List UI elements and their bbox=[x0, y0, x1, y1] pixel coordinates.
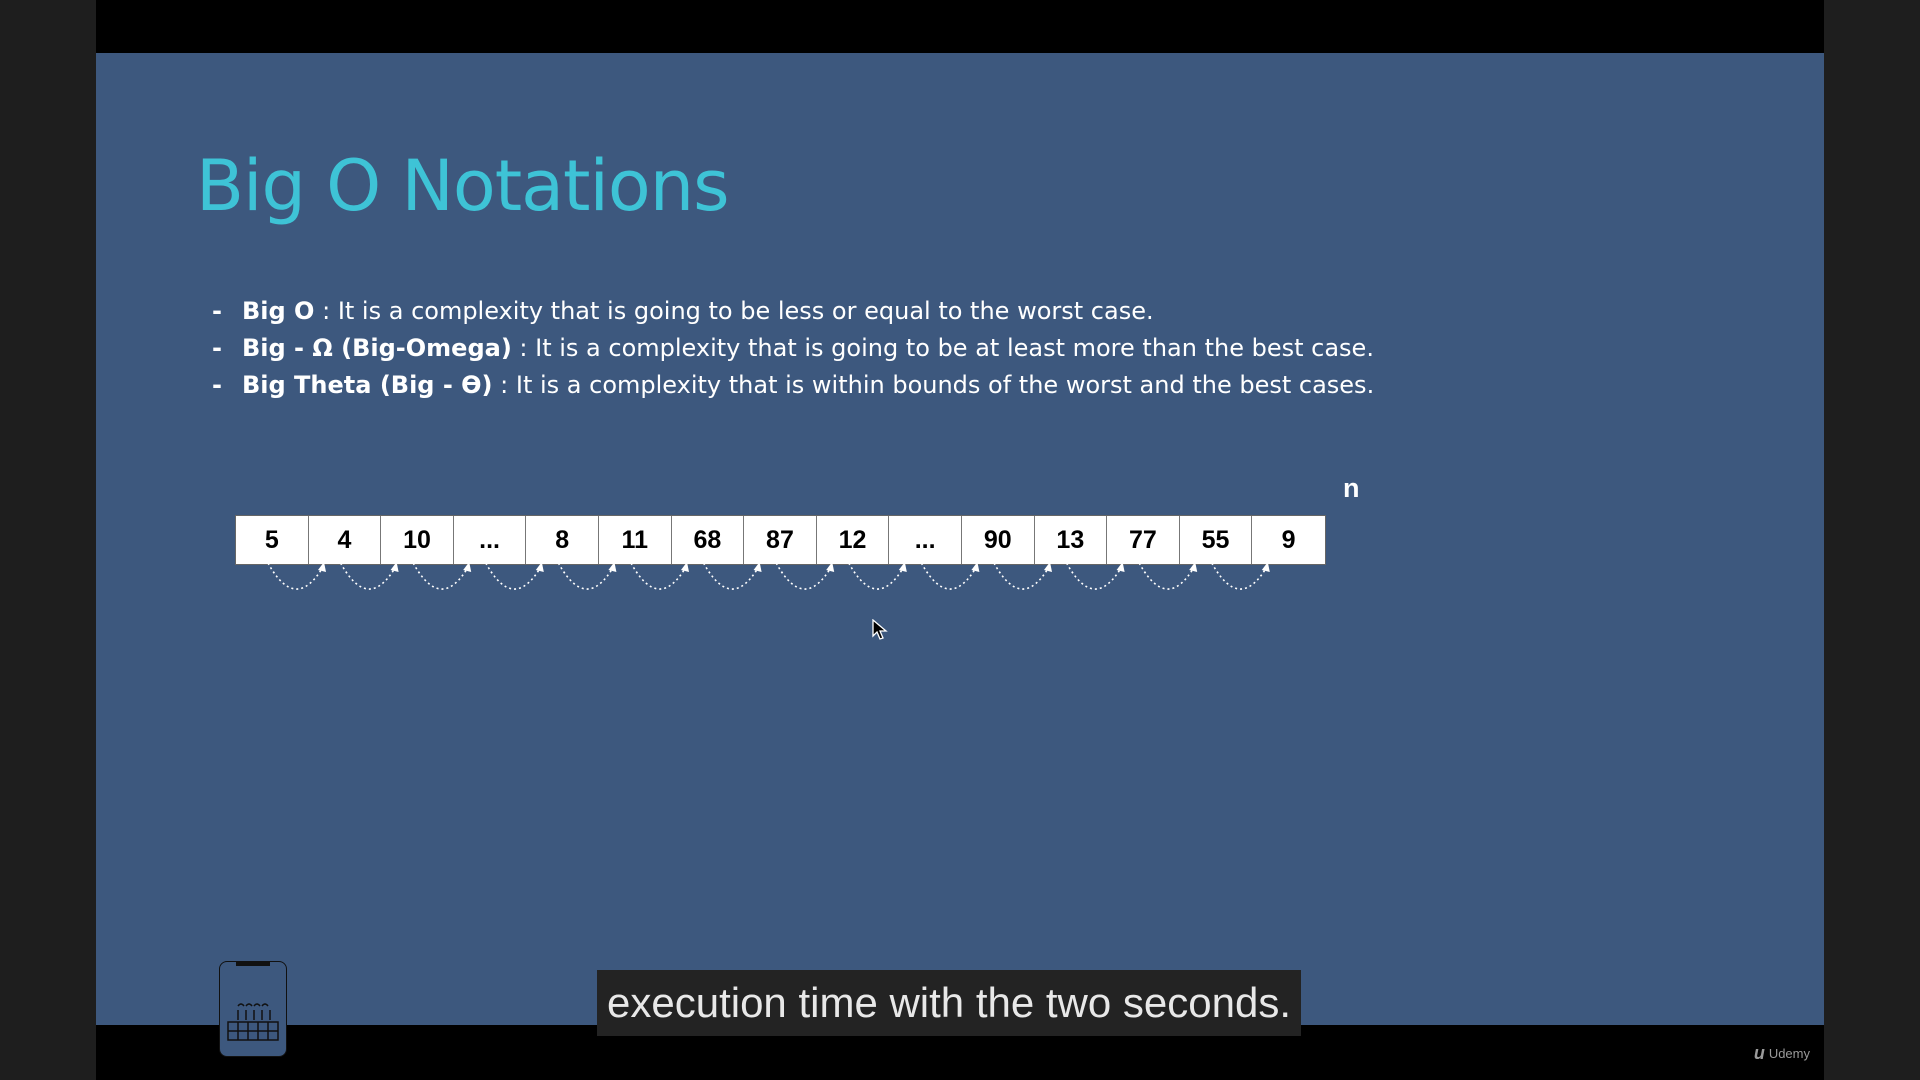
bullet-marker: - bbox=[212, 334, 222, 362]
dotted-arc-arrow-icon bbox=[339, 562, 399, 590]
array-size-label: n bbox=[1343, 473, 1360, 503]
dotted-arc-arrow-icon bbox=[267, 562, 326, 590]
array-cell: ... bbox=[889, 516, 962, 564]
bullet-term: Big O bbox=[242, 297, 315, 325]
array-cell: 77 bbox=[1107, 516, 1180, 564]
phone-keyboard-icon bbox=[219, 961, 287, 1057]
dotted-arc-arrow-icon bbox=[1065, 562, 1125, 590]
dotted-arc-arrow-icon bbox=[993, 562, 1052, 590]
array-cell: 5 bbox=[236, 516, 309, 564]
slide-title: Big O Notations bbox=[196, 145, 730, 227]
bullet-list: - Big O : It is a complexity that is goi… bbox=[212, 293, 1374, 404]
right-letterbox bbox=[1824, 0, 1920, 1080]
dotted-arc-arrow-icon bbox=[775, 562, 835, 590]
bullet-text: : It is a complexity that is going to be… bbox=[511, 334, 1374, 362]
dotted-arc-arrow-icon bbox=[702, 562, 762, 590]
array-cell: 68 bbox=[672, 516, 745, 564]
top-letterbox bbox=[96, 0, 1824, 53]
array-cell: 13 bbox=[1035, 516, 1108, 564]
subtitle-caption: execution time with the two seconds. bbox=[597, 970, 1302, 1036]
bullet-term: Big - Ω (Big-Omega) bbox=[242, 334, 512, 362]
bullet-text: : It is a complexity that is going to be… bbox=[314, 297, 1154, 325]
left-letterbox bbox=[0, 0, 96, 1080]
bullet-term: Big Theta (Big - Ɵ) bbox=[242, 371, 493, 399]
dotted-arc-arrow-icon bbox=[485, 562, 544, 590]
bullet-marker: - bbox=[212, 297, 222, 325]
dotted-arc-arrow-icon bbox=[412, 562, 472, 590]
dotted-arc-arrow-icon bbox=[1138, 562, 1198, 590]
array-cell: 8 bbox=[526, 516, 599, 564]
bullet-text: : It is a complexity that is within boun… bbox=[492, 371, 1375, 399]
udemy-logo: u Udemy bbox=[1754, 1043, 1810, 1064]
bullet-item: - Big Theta (Big - Ɵ) : It is a complexi… bbox=[212, 367, 1374, 404]
bullet-item: - Big O : It is a complexity that is goi… bbox=[212, 293, 1374, 330]
udemy-logo-text: Udemy bbox=[1768, 1046, 1810, 1061]
bullet-item: - Big - Ω (Big-Omega) : It is a complexi… bbox=[212, 330, 1374, 367]
dotted-arc-arrow-icon bbox=[557, 562, 617, 590]
array-diagram: 5 4 10... 8 11 68 87 12... 90 13 77 55 9 bbox=[235, 515, 1326, 565]
array-cell: 55 bbox=[1180, 516, 1253, 564]
dotted-arc-arrow-icon bbox=[848, 562, 907, 590]
array-cell: ... bbox=[454, 516, 527, 564]
iteration-arrows bbox=[267, 562, 1270, 590]
array-cell: 4 bbox=[309, 516, 382, 564]
dotted-arc-arrow-icon bbox=[920, 562, 980, 590]
array-cell: 10 bbox=[381, 516, 454, 564]
mouse-pointer-icon bbox=[872, 619, 888, 640]
array-cell: 12 bbox=[817, 516, 890, 564]
dotted-arc-arrow-icon bbox=[1211, 562, 1270, 590]
udemy-logo-icon: u bbox=[1753, 1043, 1765, 1063]
array-cell: 9 bbox=[1281, 525, 1296, 554]
slide: Big O Notations - Big O : It is a comple… bbox=[96, 53, 1824, 1057]
array-cell: 11 bbox=[599, 516, 672, 564]
dotted-arc-arrow-icon bbox=[630, 562, 689, 590]
array-cell: 87 bbox=[744, 516, 817, 564]
array-cell: 90 bbox=[962, 516, 1035, 564]
bullet-marker: - bbox=[212, 371, 222, 399]
